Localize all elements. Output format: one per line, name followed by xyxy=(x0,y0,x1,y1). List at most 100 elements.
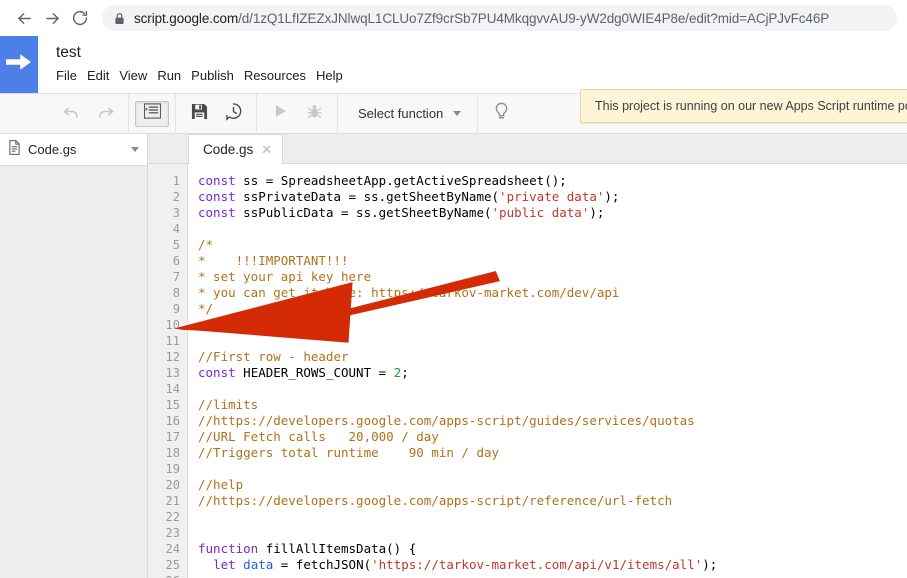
tab-label: Code.gs xyxy=(203,142,254,157)
page-title[interactable]: test xyxy=(56,43,353,63)
menu-item-publish[interactable]: Publish xyxy=(191,65,244,87)
close-icon[interactable]: ✕ xyxy=(261,143,272,156)
app-header: test File Edit View Run Publish Resource… xyxy=(0,36,907,123)
version-history-clock-icon xyxy=(224,102,243,126)
code-line: const ssPrivateData = ss.getSheetByName(… xyxy=(198,189,907,205)
line-number: 16 xyxy=(165,414,180,428)
line-number: 2 xyxy=(172,190,180,204)
menu-item-edit[interactable]: Edit xyxy=(87,65,119,87)
code-token: = fetchJSON( xyxy=(273,557,372,572)
reload-icon xyxy=(71,9,89,27)
line-number: 18 xyxy=(165,446,180,460)
chevron-down-icon xyxy=(453,111,462,116)
menu-item-view[interactable]: View xyxy=(119,65,157,87)
code-editor[interactable]: 1 2 3 4 5 6 7 8 9 10 11 12 13 14 15 16 17 18 19 20 21 22 23 24 2… xyxy=(148,164,907,578)
save-button[interactable] xyxy=(182,101,216,127)
code-token: /* xyxy=(198,237,214,252)
code-line: function fillAllItemsData() { xyxy=(198,541,907,557)
menu-item-file[interactable]: File xyxy=(56,65,87,87)
line-number: 1 xyxy=(172,174,180,188)
run-button[interactable] xyxy=(263,101,297,127)
code-line: //https://developers.google.com/apps-scr… xyxy=(198,413,907,429)
menu-item-run[interactable]: Run xyxy=(157,65,191,87)
toggle-sidebar-icon xyxy=(143,103,161,124)
line-number-gutter: 1 2 3 4 5 6 7 8 9 10 11 12 13 14 15 16 17 18 19 20 21 22 23 24 2… xyxy=(148,164,188,578)
code-line: //https://developers.google.com/apps-scr… xyxy=(198,493,907,509)
debug-button[interactable] xyxy=(297,101,331,127)
line-number: 13 xyxy=(165,366,180,380)
code-token: ss = SpreadsheetApp.getActiveSpreadsheet… xyxy=(235,173,567,188)
version-history-button[interactable] xyxy=(216,101,250,127)
file-document-icon xyxy=(8,139,21,160)
runtime-notice-banner[interactable]: This project is running on our new Apps … xyxy=(580,89,907,123)
line-number: 26 xyxy=(148,573,187,578)
code-token: //URL Fetch calls 20,000 / day xyxy=(198,429,439,444)
back-button[interactable] xyxy=(10,4,38,32)
editor-tabbar: Code.gs ✕ xyxy=(148,134,907,164)
toolbar-group-sidebar xyxy=(129,93,176,134)
sidebar-item-code-gs[interactable]: Code.gs xyxy=(0,134,147,166)
url-host: script.google.com xyxy=(134,10,239,26)
lock-icon xyxy=(114,12,125,25)
workspace: Code.gs Code.gs ✕ 1 2 3 4 5 6 7 8 9 10 11 12 13 14 15 1… xyxy=(0,134,907,578)
code-line: /* xyxy=(198,237,907,253)
menubar: File Edit View Run Publish Resources Hel… xyxy=(56,65,353,87)
hint-button[interactable] xyxy=(484,101,518,127)
toolbar-group-history xyxy=(48,93,129,134)
line-number: 3 xyxy=(172,206,180,220)
code-token: */ xyxy=(198,301,214,316)
code-line: const ssPublicData = ss.getSheetByName('… xyxy=(198,205,907,221)
line-number: 10 xyxy=(165,318,180,332)
line-number: 22 xyxy=(165,510,180,524)
apps-script-logo[interactable] xyxy=(0,36,38,93)
line-number: 9 xyxy=(172,302,180,316)
menu-item-resources[interactable]: Resources xyxy=(244,65,316,87)
apps-script-logo-icon xyxy=(6,51,32,78)
undo-icon xyxy=(62,102,81,126)
code-token: * set your api key here xyxy=(198,269,372,284)
line-number: 23 xyxy=(165,526,180,540)
sidebar-empty-area xyxy=(0,166,147,578)
select-function-dropdown[interactable]: Select function xyxy=(344,101,471,127)
code-line: * set your api key here xyxy=(198,269,907,285)
code-token: const xyxy=(198,365,236,380)
line-number: 5 xyxy=(172,238,180,252)
arrow-left-icon xyxy=(15,9,34,28)
file-sidebar: Code.gs xyxy=(0,134,148,578)
redo-button[interactable] xyxy=(88,101,122,127)
code-token: const xyxy=(198,173,236,188)
code-token: ); xyxy=(702,557,718,572)
code-line: const ss = SpreadsheetApp.getActiveSprea… xyxy=(198,173,907,189)
browser-toolbar: script.google.com/d/1zQ1LfIZEZxJNlwqL1CL… xyxy=(0,0,907,36)
sidebar-file-label: Code.gs xyxy=(28,142,77,157)
code-line: let data = fetchJSON('https://tarkov-mar… xyxy=(198,557,907,573)
line-number: 25 xyxy=(165,558,180,572)
toggle-sidebar-button[interactable] xyxy=(135,100,169,127)
code-token: ssPublicData = ss.getSheetByName( xyxy=(235,205,492,220)
code-line: //First row - header xyxy=(198,349,907,365)
undo-button[interactable] xyxy=(54,101,88,127)
banner-text: This project is running on our new Apps … xyxy=(595,99,907,113)
line-number: 14 xyxy=(165,382,180,396)
editor-pane: Code.gs ✕ 1 2 3 4 5 6 7 8 9 10 11 12 13 14 15 16 17 18 19 2… xyxy=(148,134,907,578)
forward-button[interactable] xyxy=(38,4,66,32)
code-line: //limits xyxy=(198,397,907,413)
address-bar[interactable]: script.google.com/d/1zQ1LfIZEZxJNlwqL1CL… xyxy=(102,5,897,31)
line-number: 21 xyxy=(165,494,180,508)
code-content[interactable]: const ss = SpreadsheetApp.getActiveSprea… xyxy=(188,164,907,578)
code-line: const HEADER_ROWS_COUNT = 2; xyxy=(198,365,907,381)
code-token: API_KEY = xyxy=(235,317,319,332)
reload-button[interactable] xyxy=(66,4,94,32)
code-token: HEADER_ROWS_COUNT = xyxy=(235,365,394,380)
toolbar-group-run xyxy=(257,93,338,134)
chevron-down-icon[interactable] xyxy=(131,147,139,152)
title-and-menus: test File Edit View Run Publish Resource… xyxy=(38,36,353,93)
code-token: const xyxy=(198,189,236,204)
tab-code-gs[interactable]: Code.gs ✕ xyxy=(188,134,284,164)
menu-item-help[interactable]: Help xyxy=(316,65,353,87)
